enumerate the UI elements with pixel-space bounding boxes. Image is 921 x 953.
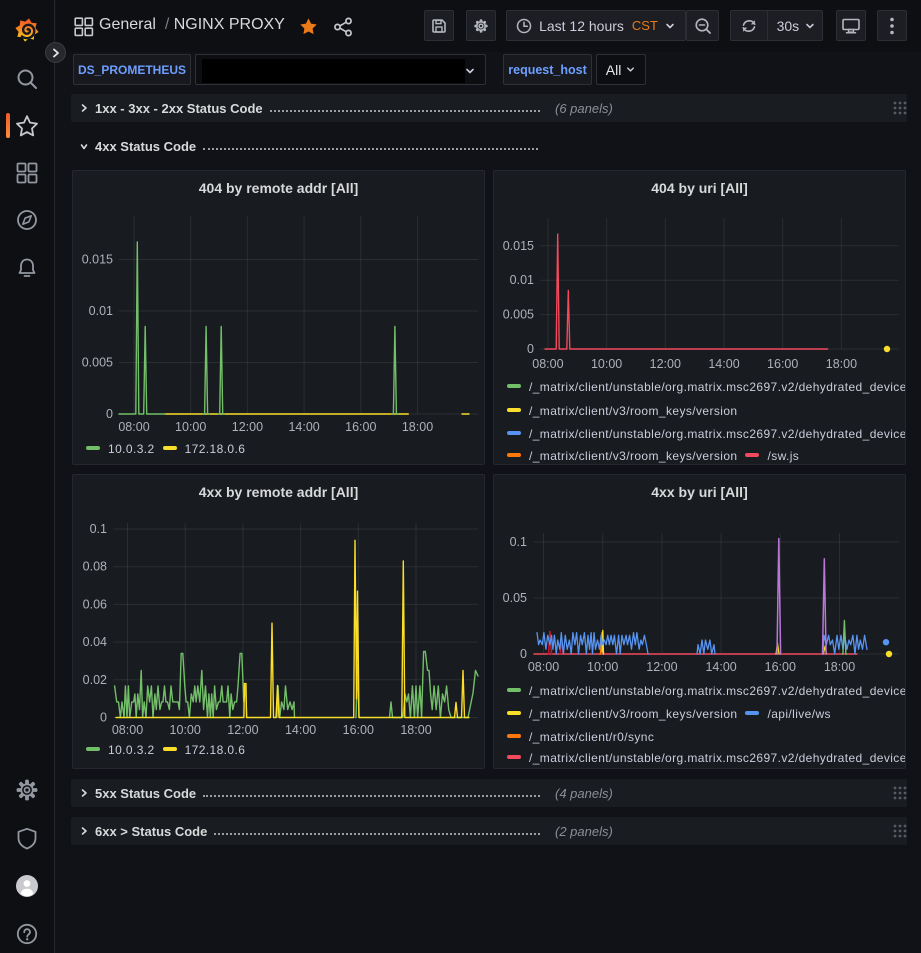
svg-text:12:00: 12:00 — [232, 420, 263, 434]
svg-text:0.05: 0.05 — [503, 591, 527, 605]
svg-text:08:00: 08:00 — [532, 357, 563, 371]
svg-text:16:00: 16:00 — [343, 723, 374, 737]
svg-text:0.01: 0.01 — [510, 273, 534, 287]
svg-text:0.1: 0.1 — [510, 535, 527, 549]
svg-text:18:00: 18:00 — [400, 723, 431, 737]
svg-text:0.08: 0.08 — [83, 560, 107, 574]
svg-text:0.01: 0.01 — [89, 304, 113, 318]
svg-text:14:00: 14:00 — [288, 420, 319, 434]
svg-text:0.005: 0.005 — [82, 356, 113, 370]
svg-text:10:00: 10:00 — [170, 723, 201, 737]
svg-text:0: 0 — [520, 647, 527, 661]
svg-text:14:00: 14:00 — [705, 660, 736, 674]
svg-text:0.1: 0.1 — [90, 522, 107, 536]
svg-text:0.015: 0.015 — [82, 253, 113, 267]
svg-text:0.04: 0.04 — [83, 635, 107, 649]
svg-text:18:00: 18:00 — [826, 357, 857, 371]
svg-text:08:00: 08:00 — [112, 723, 143, 737]
svg-text:16:00: 16:00 — [765, 660, 796, 674]
svg-text:14:00: 14:00 — [285, 723, 316, 737]
svg-text:0: 0 — [527, 342, 534, 356]
svg-text:10:00: 10:00 — [587, 660, 618, 674]
svg-text:0.06: 0.06 — [83, 597, 107, 611]
svg-text:14:00: 14:00 — [708, 357, 739, 371]
svg-text:10:00: 10:00 — [175, 420, 206, 434]
svg-text:18:00: 18:00 — [824, 660, 855, 674]
svg-text:0.015: 0.015 — [503, 239, 534, 253]
svg-text:12:00: 12:00 — [227, 723, 258, 737]
svg-text:08:00: 08:00 — [528, 660, 559, 674]
svg-text:16:00: 16:00 — [345, 420, 376, 434]
svg-text:12:00: 12:00 — [646, 660, 677, 674]
svg-text:10:00: 10:00 — [591, 357, 622, 371]
svg-text:0.005: 0.005 — [503, 308, 534, 322]
svg-text:0.02: 0.02 — [83, 673, 107, 687]
svg-text:18:00: 18:00 — [402, 420, 433, 434]
svg-text:16:00: 16:00 — [767, 357, 798, 371]
svg-text:0: 0 — [106, 407, 113, 421]
svg-text:12:00: 12:00 — [650, 357, 681, 371]
svg-text:08:00: 08:00 — [118, 420, 149, 434]
svg-text:0: 0 — [100, 711, 107, 725]
